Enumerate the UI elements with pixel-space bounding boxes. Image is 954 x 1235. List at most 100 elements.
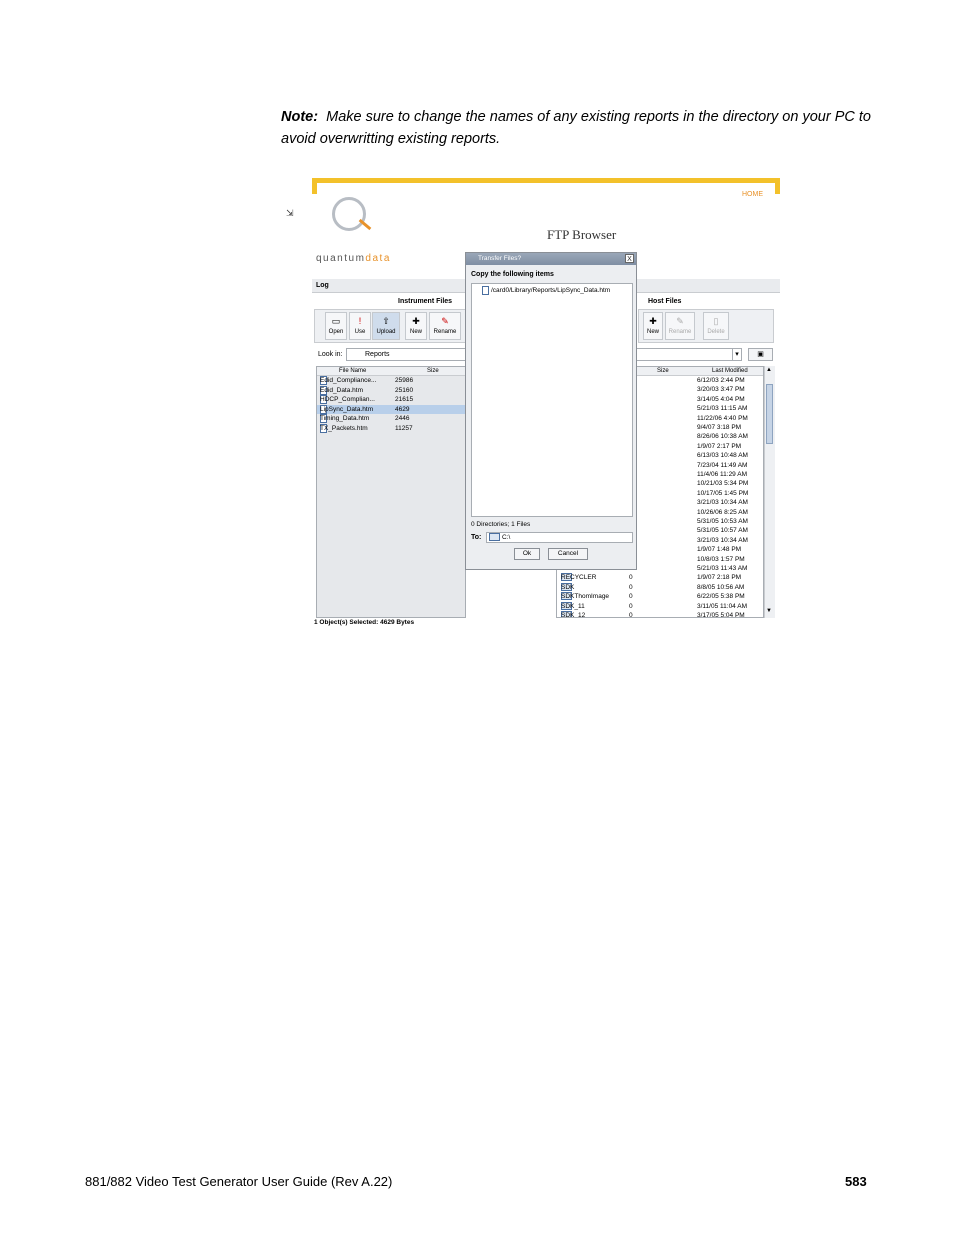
new-button[interactable]: ✚ New: [405, 312, 427, 340]
scroll-down-icon[interactable]: ▼: [766, 608, 772, 614]
folder-name: SDKThomImage: [561, 593, 610, 601]
look-in-value: Reports: [365, 351, 390, 358]
table-row[interactable]: Timing_Data.htm 2446: [317, 414, 465, 424]
transfer-item-path: /card0/Library/Reports/LipSync_Data.htm: [491, 287, 611, 295]
new-folder-icon: ✚: [649, 316, 657, 326]
file-size: 2446: [395, 415, 410, 422]
rename-label: Rename: [433, 329, 457, 335]
table-row[interactable]: LipSync_Data.htm 4629: [317, 404, 465, 414]
last-modified: 10/21/03 5:34 PM: [697, 480, 749, 488]
col-size[interactable]: Size: [427, 367, 439, 375]
last-modified: 5/31/05 10:57 AM: [697, 527, 748, 535]
quantumdata-logo-icon: [332, 197, 366, 231]
cursor-icon: ⇲: [286, 208, 294, 218]
last-modified: 5/21/03 11:43 AM: [697, 565, 748, 572]
look-in-select[interactable]: Reports: [346, 348, 466, 361]
file-size: 4629: [395, 405, 410, 413]
folder-name: RECYCLER: [561, 574, 597, 582]
rename-button[interactable]: ✎ Rename: [429, 312, 461, 340]
file-size: 25160: [395, 386, 414, 394]
open-button[interactable]: ▭ Open: [325, 312, 347, 340]
last-modified: 5/31/05 10:53 AM: [697, 518, 748, 525]
note-text: Make sure to change the names of any exi…: [281, 109, 871, 147]
table-row[interactable]: SDK_12 0 3/17/05 5:04 PM: [557, 611, 763, 618]
folder-up-icon[interactable]: ▣: [748, 348, 773, 361]
last-modified: 9/4/07 3:18 PM: [697, 424, 742, 431]
trash-icon: ▯: [713, 316, 719, 326]
transfer-item[interactable]: /card0/Library/Reports/LipSync_Data.htm: [482, 286, 610, 295]
host-toolbar: ✚ New ✎ Rename ▯ Delete: [638, 309, 774, 343]
host-scrollbar[interactable]: ▲ ▼: [764, 366, 775, 618]
folder-name: SDK_12: [561, 612, 586, 618]
upload-button[interactable]: ⇧ Upload: [372, 312, 400, 340]
last-modified: 8/26/06 10:38 AM: [697, 433, 748, 441]
instrument-file-list[interactable]: File Name Size Edid_Compliance... 25986 Ed…: [316, 366, 466, 618]
file-size: 21615: [395, 396, 414, 403]
table-row[interactable]: Edid_Data.htm 25160: [317, 385, 465, 396]
host-files-header: Host Files: [648, 298, 682, 305]
close-icon[interactable]: X: [625, 254, 634, 263]
file-name: Edid_Compliance...: [320, 377, 377, 384]
host-rename-button[interactable]: ✎ Rename: [665, 312, 695, 340]
folder-name: SDK_11: [561, 602, 585, 610]
to-label: To:: [471, 534, 482, 541]
last-modified: 11/4/06 11:29 AM: [697, 471, 747, 478]
cancel-button[interactable]: Cancel: [548, 548, 588, 560]
table-row[interactable]: SDK_11 0 3/11/05 11:04 AM: [557, 601, 763, 612]
table-row[interactable]: HDCP_Complian... 21615: [317, 395, 465, 405]
instrument-toolbar: ▭ Open ! Use ⇧ Upload ✚ New ✎ Rename: [314, 309, 466, 343]
use-label: Use: [354, 329, 366, 335]
col-file-name[interactable]: File Name: [339, 367, 366, 375]
table-row[interactable]: RECYCLER 0 1/9/07 2:18 PM: [557, 573, 763, 583]
dialog-title: Transfer Files?: [466, 253, 636, 265]
home-link[interactable]: HOME: [742, 191, 763, 198]
chevron-down-icon[interactable]: ▾: [732, 348, 742, 361]
table-row[interactable]: SDKThomImage 0 6/22/05 5:38 PM: [557, 592, 763, 602]
folder-icon: [489, 533, 500, 542]
last-modified: 10/17/05 1:45 PM: [697, 489, 749, 497]
destination-value: C:\: [502, 534, 511, 541]
page-number: 583: [845, 1174, 867, 1189]
table-row[interactable]: SDK 0 8/8/05 10:56 AM: [557, 582, 763, 593]
last-modified: 8/8/05 10:56 AM: [697, 583, 745, 591]
col-last-modified[interactable]: Last Modified: [712, 367, 748, 375]
file-name: TX_Packets.htm: [320, 424, 368, 432]
file-size: 11257: [395, 424, 413, 432]
host-rename-label: Rename: [668, 329, 692, 335]
last-modified: 3/21/03 10:34 AM: [697, 499, 748, 507]
logo-text-data: data: [365, 253, 391, 264]
table-row[interactable]: Edid_Compliance... 25986: [317, 376, 465, 386]
host-new-label: New: [646, 329, 659, 335]
folder-size: 0: [629, 583, 633, 591]
last-modified: 3/11/05 11:04 AM: [697, 602, 747, 610]
last-modified: 5/21/03 11:15 AM: [697, 405, 748, 413]
new-label: New: [409, 329, 422, 335]
col-host-size[interactable]: Size: [657, 367, 669, 375]
folder-open-icon: ▭: [331, 316, 341, 326]
last-modified: 3/20/03 3:47 PM: [697, 386, 745, 394]
ok-button[interactable]: Ok: [514, 548, 540, 560]
scroll-up-icon[interactable]: ▲: [766, 367, 772, 373]
folder-name: SDK: [561, 583, 575, 591]
instrument-files-header: Instrument Files: [398, 298, 453, 305]
transfer-item-list[interactable]: /card0/Library/Reports/LipSync_Data.htm: [471, 283, 633, 517]
last-modified: 6/12/03 2:44 PM: [697, 377, 745, 384]
file-name: Timing_Data.htm: [320, 415, 370, 422]
use-button[interactable]: ! Use: [349, 312, 371, 340]
logo-text: quantumdata: [316, 253, 391, 264]
host-delete-button[interactable]: ▯ Delete: [703, 312, 729, 340]
transfer-counts: 0 Directories; 1 Files: [471, 521, 531, 528]
open-label: Open: [328, 329, 344, 335]
page-title: FTP Browser: [547, 227, 617, 242]
table-row[interactable]: TX_Packets.htm 11257: [317, 423, 465, 434]
transfer-files-dialog: Transfer Files? X Copy the following ite…: [465, 252, 637, 570]
scroll-thumb[interactable]: [766, 384, 773, 444]
file-size: 25986: [395, 377, 414, 384]
last-modified: 6/13/03 10:48 AM: [697, 452, 748, 460]
host-new-button[interactable]: ✚ New: [643, 312, 663, 340]
note-label: Note:: [281, 109, 319, 125]
file-name: Edid_Data.htm: [320, 386, 363, 394]
destination-field[interactable]: C:\: [486, 532, 633, 543]
rename-icon: ✎: [676, 316, 684, 326]
last-modified: 1/9/07 2:17 PM: [697, 442, 742, 450]
